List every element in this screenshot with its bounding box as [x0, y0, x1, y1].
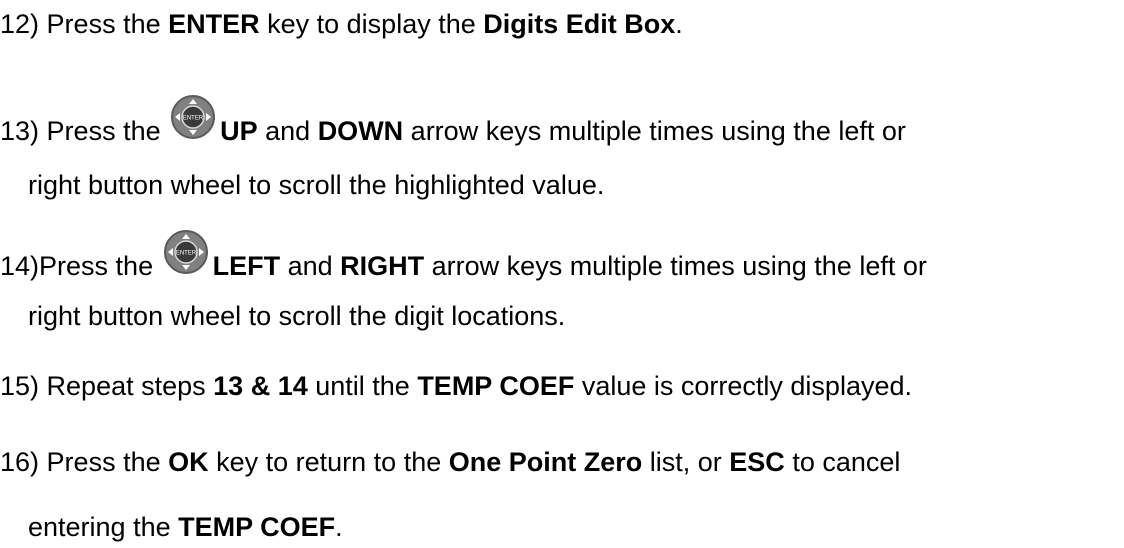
- digits-edit-box-label: Digits Edit Box: [483, 9, 676, 39]
- step-13-continuation: right button wheel to scroll the highlig…: [28, 170, 605, 200]
- step-16: 16) Press the OK key to return to the On…: [0, 447, 901, 477]
- ok-key-label: OK: [168, 447, 209, 477]
- svg-text:ENTER: ENTER: [183, 116, 204, 122]
- step-12: 12) Press the ENTER key to display the D…: [0, 9, 683, 39]
- left-key-label: LEFT: [212, 251, 281, 281]
- steps-ref-label: 13 & 14: [213, 371, 308, 401]
- down-key-label: DOWN: [317, 116, 404, 146]
- step-number: 16): [0, 447, 40, 477]
- step-number: 13): [0, 116, 40, 146]
- enter-dpad-icon: ENTER: [163, 229, 209, 275]
- enter-key-label: ENTER: [168, 9, 260, 39]
- right-key-label: RIGHT: [340, 251, 425, 281]
- step-14: 14)Press the ENTER LEFT and RIGHT arrow …: [0, 230, 927, 282]
- step-number: 14): [0, 251, 40, 281]
- step-number: 12): [0, 9, 40, 39]
- step-14-continuation: right button wheel to scroll the digit l…: [28, 301, 566, 331]
- esc-key-label: ESC: [729, 447, 785, 477]
- up-key-label: UP: [220, 116, 258, 146]
- step-number: 15): [0, 371, 40, 401]
- step-15: 15) Repeat steps 13 & 14 until the TEMP …: [0, 371, 912, 401]
- step-16-continuation: entering the TEMP COEF.: [28, 512, 343, 542]
- step-13: 13) Press the ENTER UP and DOWN arrow ke…: [0, 95, 906, 147]
- svg-text:ENTER: ENTER: [175, 251, 196, 257]
- enter-dpad-icon: ENTER: [170, 94, 216, 140]
- temp-coef-label: TEMP COEF: [178, 512, 336, 542]
- one-point-zero-label: One Point Zero: [448, 447, 643, 477]
- temp-coef-label: TEMP COEF: [417, 371, 575, 401]
